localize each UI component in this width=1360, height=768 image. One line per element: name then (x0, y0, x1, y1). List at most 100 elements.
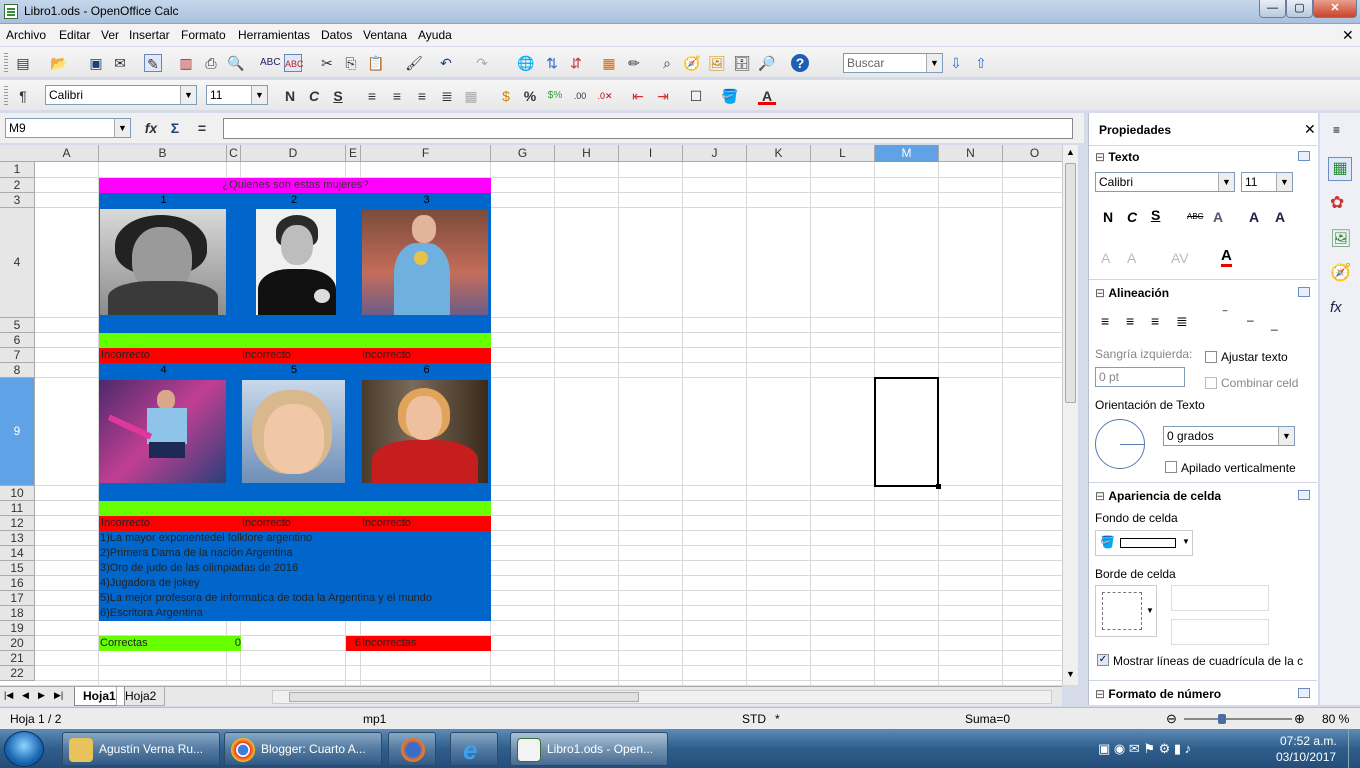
cell-green[interactable] (99, 333, 491, 348)
cell-answer-status[interactable]: Incorrecto (241, 348, 345, 363)
borders-icon[interactable]: ☐ (687, 87, 705, 105)
row-header[interactable]: 20 (0, 636, 35, 651)
row-header-selected[interactable]: 9 (0, 378, 35, 486)
scroll-thumb[interactable] (1065, 163, 1076, 403)
shadow-icon[interactable]: A (1213, 209, 1223, 225)
column-header[interactable]: C (227, 145, 241, 162)
menu-insertar[interactable]: Insertar (129, 28, 170, 42)
selection-mode[interactable]: STD (742, 712, 766, 726)
taskbar-ie[interactable]: e (450, 732, 498, 766)
data-sources-icon[interactable]: 🗄 (733, 54, 751, 72)
grow-font-icon[interactable]: A (1249, 209, 1259, 225)
redo-icon[interactable]: ↷ (473, 54, 491, 72)
cell-number[interactable]: 1 (99, 193, 227, 208)
cell-correctas-label[interactable]: Correctas (99, 636, 227, 651)
column-header[interactable]: F (361, 145, 491, 162)
cell-clue[interactable]: 1)La mayor exponentedel folklore argenti… (99, 531, 491, 546)
chart-icon[interactable]: ▦ (600, 54, 618, 72)
align-right-icon[interactable]: ≡ (413, 87, 431, 105)
autospell-icon[interactable]: ABC (284, 54, 304, 72)
formula-input[interactable] (223, 118, 1073, 139)
column-header[interactable]: G (491, 145, 555, 162)
column-header[interactable]: O (1003, 145, 1062, 162)
cell-blue[interactable] (346, 193, 361, 208)
cell-incorrectas-label[interactable]: Incorrectas (361, 636, 491, 651)
zoom-out-icon[interactable]: ⊖ (1166, 711, 1177, 727)
zoom-in-icon[interactable]: ⊕ (1294, 711, 1305, 727)
cell-number[interactable]: 5 (241, 363, 346, 378)
row-header[interactable]: 8 (0, 363, 35, 378)
sort-descending-icon[interactable]: ⇵ (567, 54, 585, 72)
column-header[interactable]: J (683, 145, 747, 162)
align-top-icon[interactable]: ‾ (1223, 309, 1227, 323)
column-header[interactable]: D (241, 145, 346, 162)
cell-number[interactable]: 3 (361, 193, 491, 208)
percent-format-icon[interactable]: % (521, 87, 539, 105)
row-header[interactable]: 2 (0, 178, 35, 193)
cell-background-picker[interactable]: 🪣 ▼ (1095, 530, 1193, 556)
chevron-down-icon[interactable]: ▼ (1218, 173, 1234, 191)
zoom-level[interactable]: 80 % (1322, 712, 1349, 726)
maximize-button[interactable]: ▢ (1286, 0, 1313, 18)
cell-clue[interactable]: 2)Primera Dama de la nación Argentina (99, 546, 491, 561)
align-left-icon[interactable]: ≡ (363, 87, 381, 105)
chevron-down-icon[interactable]: ▼ (926, 54, 942, 72)
merge-cells-checkbox[interactable] (1205, 377, 1217, 389)
bold-icon[interactable]: N (1103, 209, 1113, 225)
close-sidebar-icon[interactable]: ✕ (1304, 121, 1316, 138)
indent-spinbox[interactable]: 0 pt (1095, 367, 1185, 387)
function-wizard-icon[interactable]: fx (142, 119, 160, 137)
cell-border-picker[interactable]: ▼ (1095, 585, 1157, 637)
cell-correctas-value[interactable]: 0 (227, 636, 241, 651)
font-color-icon[interactable]: A (758, 87, 776, 105)
section-formato-numero[interactable]: Formato de número (1095, 687, 1221, 701)
minimize-button[interactable]: — (1259, 0, 1286, 18)
chevron-down-icon[interactable]: ▼ (251, 86, 267, 104)
column-header[interactable]: E (346, 145, 361, 162)
cell-blue[interactable] (227, 363, 241, 378)
start-button[interactable] (4, 731, 44, 767)
cell-blue[interactable] (227, 193, 241, 208)
next-sheet-icon[interactable]: ▶ (38, 690, 45, 701)
clock-date[interactable]: 03/10/2017 (1276, 750, 1336, 764)
cell-answer-status[interactable]: Incorrecto (100, 348, 226, 363)
row-header[interactable]: 13 (0, 531, 35, 546)
row-header[interactable]: 18 (0, 606, 35, 621)
properties-deck-icon[interactable]: ▦ (1328, 157, 1352, 181)
name-box[interactable]: M9 ▼ (5, 118, 131, 138)
row-header[interactable]: 16 (0, 576, 35, 591)
page-preview-icon[interactable]: 🔍 (227, 54, 245, 72)
superscript-icon[interactable]: A (1101, 250, 1110, 266)
chevron-down-icon[interactable]: ▼ (180, 86, 196, 104)
sum-icon[interactable]: Σ (166, 119, 184, 137)
styles-icon[interactable]: ¶ (14, 87, 32, 105)
align-center-icon[interactable]: ≡ (388, 87, 406, 105)
sidebar-font-combo[interactable]: Calibri ▼ (1095, 172, 1235, 192)
font-size-combo[interactable]: 11 ▼ (206, 85, 268, 105)
sum-status[interactable]: Suma=0 (965, 712, 1010, 726)
taskbar-item-explorer[interactable]: Agustín Verna Ru... (62, 732, 220, 766)
cell-number[interactable]: 4 (99, 363, 227, 378)
horizontal-scrollbar[interactable] (272, 690, 1052, 704)
row-header[interactable]: 4 (0, 208, 35, 318)
cell-blue[interactable] (99, 318, 491, 333)
prev-sheet-icon[interactable]: ◀ (22, 690, 29, 701)
cell-answer-status[interactable]: Incorrecto (361, 348, 490, 363)
fill-handle[interactable] (936, 484, 941, 489)
menu-editar[interactable]: Editar (59, 28, 90, 42)
sort-ascending-icon[interactable]: ⇅ (543, 54, 561, 72)
align-center-icon[interactable]: ≡ (1126, 313, 1134, 329)
portrait-photo-5[interactable] (242, 380, 345, 483)
standard-format-icon[interactable]: $% (546, 87, 564, 105)
draw-functions-icon[interactable]: ✏ (625, 54, 643, 72)
cell-clue[interactable]: 3)Oro de judo de las olimpiadas de 2016 (99, 561, 491, 576)
column-header[interactable]: H (555, 145, 619, 162)
format-paintbrush-icon[interactable]: 🖌 (405, 54, 423, 72)
line-color-picker[interactable] (1171, 619, 1269, 645)
strikethrough-icon[interactable]: ABC (1187, 212, 1203, 221)
align-left-icon[interactable]: ≡ (1101, 313, 1109, 329)
chevron-down-icon[interactable]: ▼ (114, 119, 130, 137)
align-right-icon[interactable]: ≡ (1151, 313, 1159, 329)
portrait-photo-1[interactable] (100, 209, 226, 315)
row-header[interactable]: 11 (0, 501, 35, 516)
